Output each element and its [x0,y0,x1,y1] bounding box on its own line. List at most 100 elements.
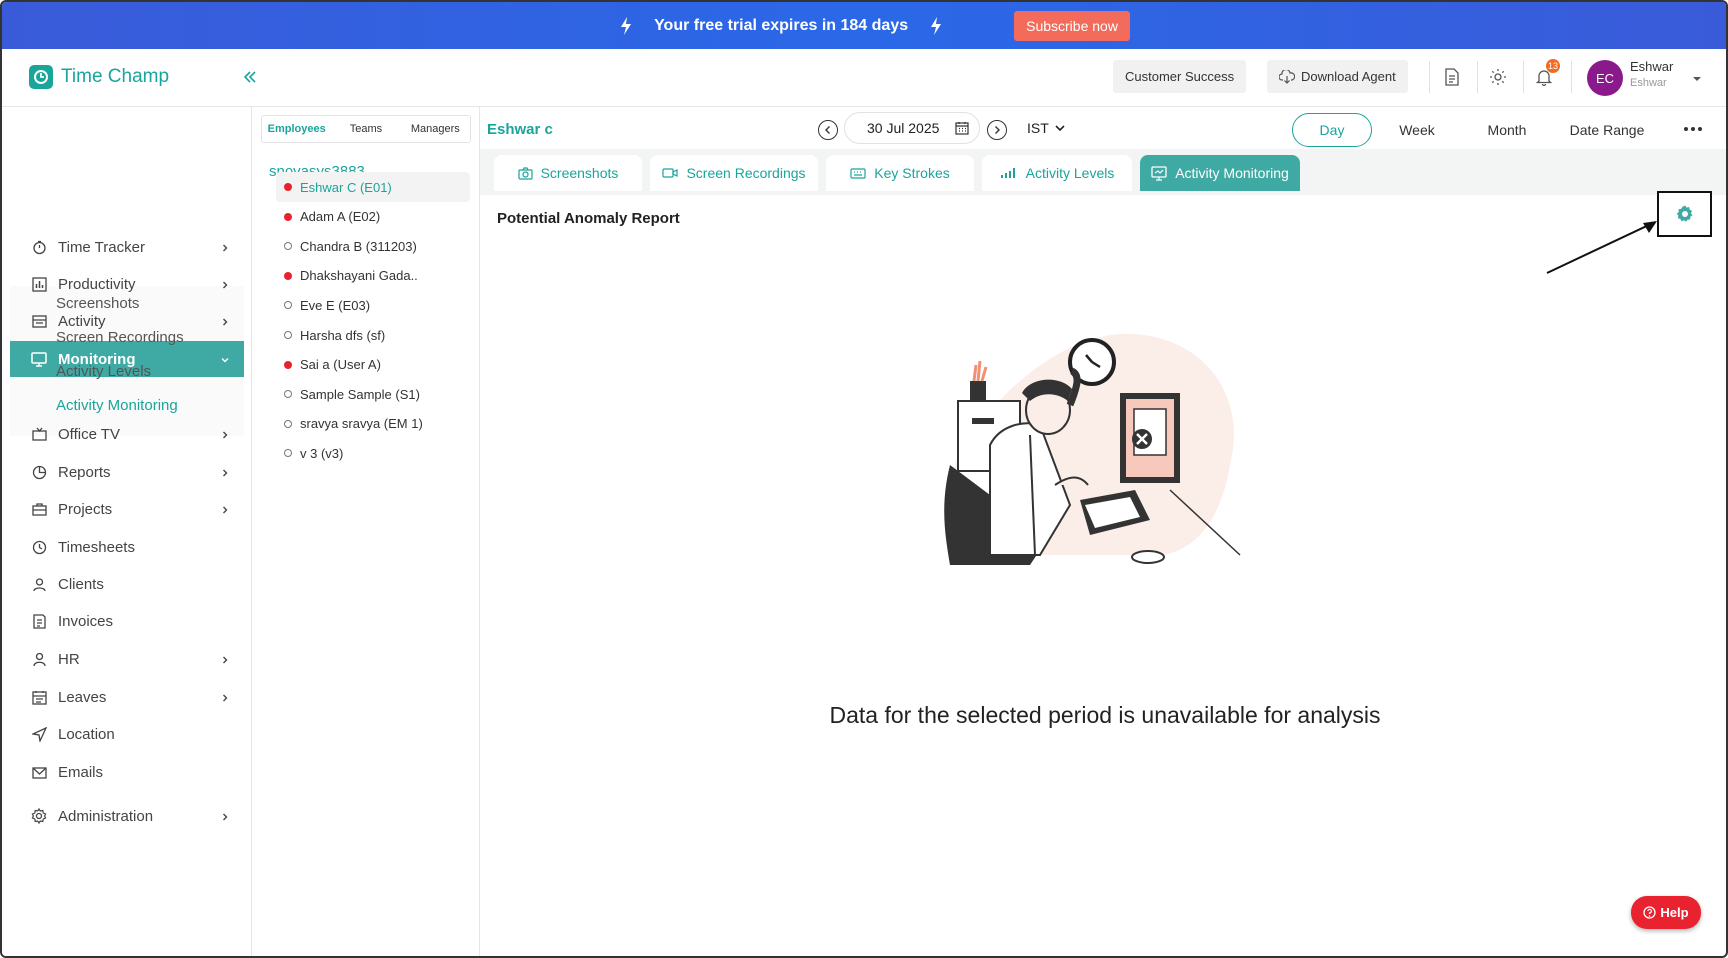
document-icon[interactable] [1440,65,1464,89]
briefcase-icon [30,500,48,518]
help-button[interactable]: Help [1631,896,1701,929]
user-icon [30,575,48,593]
main-content: Eshwar c 30 Jul 2025 IST Day Week Month … [480,107,1726,956]
sidebar-item-label: Leaves [58,688,107,706]
pie-chart-icon [30,463,48,481]
download-agent-button[interactable]: Download Agent [1267,60,1408,93]
tab-date-range[interactable]: Date Range [1552,113,1662,147]
employee-name: Adam A (E02) [300,209,381,225]
sidebar-item-label: Emails [58,763,104,781]
date-picker[interactable]: 30 Jul 2025 [844,112,980,144]
sidebar-item-label: Location [58,725,115,743]
submenu-screenshots[interactable]: Screenshots [56,295,139,312]
sidebar-item-projects[interactable]: Projects [10,491,244,527]
sidebar-item-label: Office TV [58,425,120,443]
chevron-down-icon [220,352,230,369]
timezone-select[interactable]: IST [1027,120,1066,136]
tab-key-strokes[interactable]: Key Strokes [826,155,974,191]
collapse-sidebar-icon[interactable] [242,69,260,87]
camera-icon [517,166,533,180]
chevron-down-icon [1055,125,1065,132]
next-date-icon[interactable] [987,120,1007,140]
divider [1429,61,1430,93]
employee-list-item[interactable]: Eshwar C (E01) [276,172,470,202]
download-agent-label: Download Agent [1301,69,1396,84]
sidebar-item-office-tv[interactable]: Office TV [10,416,244,452]
tab-screenshots[interactable]: Screenshots [494,155,642,191]
navigation-icon [30,725,48,743]
date-value: 30 Jul 2025 [867,120,940,136]
more-options-icon[interactable] [1684,127,1702,131]
invoice-icon [30,612,48,630]
tab-month[interactable]: Month [1462,113,1552,147]
bolt-icon [621,16,632,35]
employee-list-item[interactable]: sravya sravya (EM 1) [276,409,470,439]
tab-employees[interactable]: Employees [262,123,331,135]
sidebar-item-time-tracker[interactable]: Time Tracker [10,229,244,265]
selected-employee-name: Eshwar c [487,121,553,138]
sidebar: Time Tracker Productivity Activity Monitori… [2,107,252,956]
mail-icon [30,763,48,781]
sidebar-item-location[interactable]: Location [10,716,244,752]
empty-state-message: Data for the selected period is unavaila… [829,702,1381,728]
sidebar-item-leaves[interactable]: Leaves [10,679,244,715]
clock-logo-icon [29,65,53,89]
app-logo[interactable]: Time Champ [29,65,169,89]
tv-icon [30,425,48,443]
subscribe-button[interactable]: Subscribe now [1014,10,1130,41]
sidebar-item-clients[interactable]: Clients [10,566,244,602]
employee-list-item[interactable]: Sai a (User A) [276,350,470,380]
tab-activity-levels[interactable]: Activity Levels [982,155,1132,191]
bar-chart-icon [30,275,48,293]
sidebar-item-emails[interactable]: Emails [10,754,244,790]
bell-icon[interactable]: 13 [1532,59,1560,89]
tab-activity-monitoring[interactable]: Activity Monitoring [1140,155,1300,191]
employee-list-item[interactable]: v 3 (v3) [276,438,470,468]
avatar[interactable]: EC [1587,60,1623,96]
sidebar-item-reports[interactable]: Reports [10,454,244,490]
submenu-activity-monitoring[interactable]: Activity Monitoring [56,397,178,414]
employee-panel: Employees Teams Managers snovasys3883 Es… [252,107,480,956]
trial-banner: Your free trial expires in 184 days Subs… [2,2,1726,49]
gear-icon [30,807,48,825]
tab-teams[interactable]: Teams [331,123,400,135]
tab-activity-monitoring-label: Activity Monitoring [1175,165,1289,181]
sidebar-item-timesheets[interactable]: Timesheets [10,529,244,565]
employee-list-item[interactable]: Chandra B (311203) [276,231,470,261]
divider [1477,61,1478,93]
sidebar-item-label: HR [58,650,80,668]
employee-list-item[interactable]: Eve E (E03) [276,290,470,320]
employee-name: Sai a (User A) [300,357,381,373]
chevron-right-icon [220,465,230,482]
settings-icon[interactable] [1486,65,1510,89]
stopwatch-icon [30,238,48,256]
help-label: Help [1660,905,1689,920]
employee-list-item[interactable]: Harsha dfs (sf) [276,320,470,350]
sidebar-item-label: Reports [58,463,111,481]
submenu-screen-recordings[interactable]: Screen Recordings [56,329,184,346]
date-range-tabs: Day Week Month Date Range [1292,113,1662,147]
employee-name: Eshwar C (E01) [300,179,392,195]
sidebar-item-label: Invoices [58,612,114,630]
sidebar-item-hr[interactable]: HR [10,641,244,677]
submenu-activity-levels[interactable]: Activity Levels [56,363,151,380]
monitor-icon [30,350,48,368]
tab-activity-levels-label: Activity Levels [1025,165,1115,181]
report-settings-button[interactable] [1657,191,1712,237]
tab-managers[interactable]: Managers [401,123,470,135]
tab-day[interactable]: Day [1292,113,1372,147]
tab-week[interactable]: Week [1372,113,1462,147]
employee-list-item[interactable]: Dhakshayani Gada.. [276,261,470,291]
no-data-illustration [944,333,1241,565]
customer-success-button[interactable]: Customer Success [1113,60,1247,93]
chevron-down-icon[interactable] [1692,70,1702,88]
employee-name: sravya sravya (EM 1) [300,416,423,432]
sidebar-item-invoices[interactable]: Invoices [10,603,244,639]
employee-list-item[interactable]: Adam A (E02) [276,202,470,232]
prev-date-icon[interactable] [818,120,838,140]
employee-list-item[interactable]: Sample Sample (S1) [276,379,470,409]
user-name: Eshwar [1630,59,1674,74]
app-window: Your free trial expires in 184 days Subs… [0,0,1728,958]
tab-screen-recordings[interactable]: Screen Recordings [650,155,818,191]
sidebar-item-administration[interactable]: Administration [10,798,244,834]
